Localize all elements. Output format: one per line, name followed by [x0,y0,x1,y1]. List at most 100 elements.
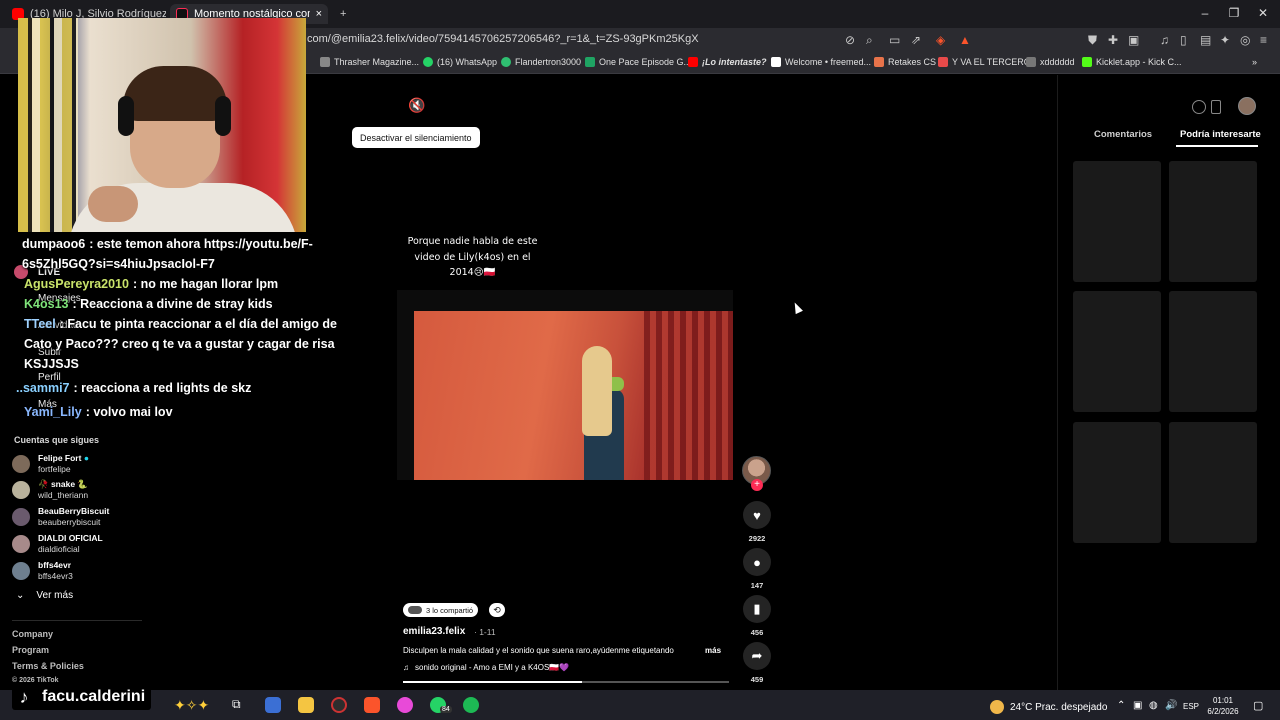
suggested-video-thumb[interactable] [1073,422,1161,543]
clock[interactable]: 01:01 6/2/2026 [1200,695,1246,717]
headphones [118,96,134,136]
shield-icon[interactable]: ◎ [1240,33,1250,47]
video-progress-bar[interactable] [403,681,729,683]
footer-link-program[interactable]: Program [12,645,49,655]
mute-icon[interactable]: 🔇 [408,97,425,114]
store-icon[interactable] [265,697,281,713]
bookmark-item[interactable]: Thrasher Magazine... [320,57,419,67]
bookmark-icon [320,57,330,67]
divider [12,620,142,621]
youtube-icon [688,57,698,67]
video-player[interactable] [397,290,733,480]
tray-chevron-icon[interactable]: ⌃ [1117,700,1125,711]
leo-icon[interactable]: ✦ [1220,33,1230,47]
see-more-button[interactable]: ⌄ Ver más [16,590,73,601]
follow-plus-icon[interactable]: + [751,479,763,491]
url-field[interactable]: com/@emilia23.felix/video/75941457062572… [307,33,699,45]
compass-icon[interactable] [1192,100,1206,114]
active-tab-indicator [1176,145,1258,147]
weather-widget[interactable]: 24°C Prac. despejado [990,700,1107,714]
bookmark-item[interactable]: Retakes CS [874,57,936,67]
right-panel: Comentarios Podría interesarte [1057,75,1280,690]
new-tab-button[interactable]: + [334,4,352,24]
video-author[interactable]: emilia23.felix [403,626,465,637]
kick-icon [1082,57,1092,67]
tab-comments[interactable]: Comentarios [1094,129,1152,140]
suggested-video-thumb[interactable] [1169,422,1257,543]
avatar [12,562,30,580]
task-view-icon[interactable]: ⧉ [232,697,248,713]
close-icon[interactable]: × [316,8,322,20]
close-window-button[interactable]: ✕ [1253,6,1273,20]
app-icon[interactable] [397,697,413,713]
footer-link-terms[interactable]: Terms & Policies [12,661,84,671]
like-button[interactable]: ♥ [743,501,771,529]
tab-might-interest[interactable]: Podría interesarte [1180,129,1261,140]
profile-avatar[interactable] [1238,97,1256,115]
sidebar-icon[interactable]: ▯ [1180,33,1187,47]
share-icon[interactable]: ⇗ [911,33,921,47]
volume-icon[interactable]: 🔊 [1165,700,1177,711]
music-info[interactable]: ♫ sonido original - Amo a EMI y a K4OS🇵🇱… [403,663,569,672]
wallet-icon[interactable]: ▤ [1200,33,1211,47]
language-indicator[interactable]: ESP [1183,702,1199,711]
tray-icon[interactable]: ▣ [1133,700,1142,711]
bookmark-item[interactable]: Y VA EL TERCERO [938,57,1031,67]
bookmark-item[interactable]: One Pace Episode G... [585,57,691,67]
more-bookmarks-icon[interactable]: » [1252,57,1257,67]
sparkle-icon: ✦✧✦ [174,697,210,713]
notification-badge: 84 [440,706,452,713]
verified-icon: ● [83,453,89,463]
bookmark-item[interactable]: Flandertron3000 [501,57,581,67]
save-button[interactable]: ▮ [743,595,771,623]
minimize-button[interactable]: – [1195,6,1215,20]
maximize-button[interactable]: ❐ [1224,6,1244,20]
zoom-icon[interactable]: ⌕ [866,33,873,48]
bookmark-item[interactable]: Welcome • freemed... [771,57,871,67]
following-account[interactable]: Felipe Fort ● fortfelipe [12,452,89,476]
bookmark-item[interactable]: ¡Lo intentaste? [688,57,767,67]
music-icon[interactable]: ♫ [1160,33,1169,47]
spotify-icon[interactable] [463,697,479,713]
bookmark-item[interactable]: Kicklet.app - Kick C... [1082,57,1182,67]
suggested-video-thumb[interactable] [1073,291,1161,412]
following-account[interactable]: bffs4evr bffs4evr3 [12,559,73,583]
screenshot-icon[interactable]: ▣ [1128,33,1139,47]
avatar [12,508,30,526]
bookmark-item[interactable]: (16) WhatsApp [423,57,497,67]
bookmark-icon [501,57,511,67]
following-account[interactable]: BeauBerryBiscuit beauberrybiscuit [12,505,109,529]
obs-icon[interactable] [331,697,347,713]
red-shelves [644,311,733,480]
reader-icon[interactable]: ⊘ [845,33,855,47]
comment-button[interactable]: ● [743,548,771,576]
poster-background [18,18,78,232]
following-account[interactable]: DIALDI OFICIAL dialdioficial [12,532,103,556]
suggested-video-thumb[interactable] [1073,161,1161,282]
webcam-person-hair [123,66,227,121]
bookmark-item[interactable]: xdddddd [1026,57,1075,67]
suggested-video-thumb[interactable] [1169,161,1257,282]
following-account[interactable]: 🥀 snake 🐍 wild_theriann [12,478,88,502]
shared-by-pill[interactable]: 3 lo compartió [403,603,479,617]
file-explorer-icon[interactable] [298,697,314,713]
brave-rewards-icon[interactable]: ▲ [959,33,971,47]
device-icon[interactable] [1211,100,1221,114]
more-link[interactable]: más [705,646,721,655]
avatar [12,481,30,499]
cast-icon[interactable]: ▭ [889,33,900,47]
video-progress-fill [403,681,583,683]
brave-shield-icon[interactable]: ◈ [936,33,945,47]
repost-icon[interactable]: ⟲ [489,603,505,617]
suggested-video-thumb[interactable] [1169,291,1257,412]
network-icon[interactable]: ◍ [1149,700,1158,711]
vpn-icon[interactable]: ⛊ [1088,33,1097,48]
chat-message: K4os13: Reacciona a divine de stray kids [24,297,273,311]
brave-icon[interactable] [364,697,380,713]
menu-icon[interactable]: ≡ [1260,33,1267,47]
avatar-stack-icon [408,606,422,614]
notifications-icon[interactable]: ▢ [1253,699,1263,712]
extensions-icon[interactable]: ✚ [1108,33,1118,47]
footer-link-company[interactable]: Company [12,629,53,639]
share-button[interactable]: ➦ [743,642,771,670]
